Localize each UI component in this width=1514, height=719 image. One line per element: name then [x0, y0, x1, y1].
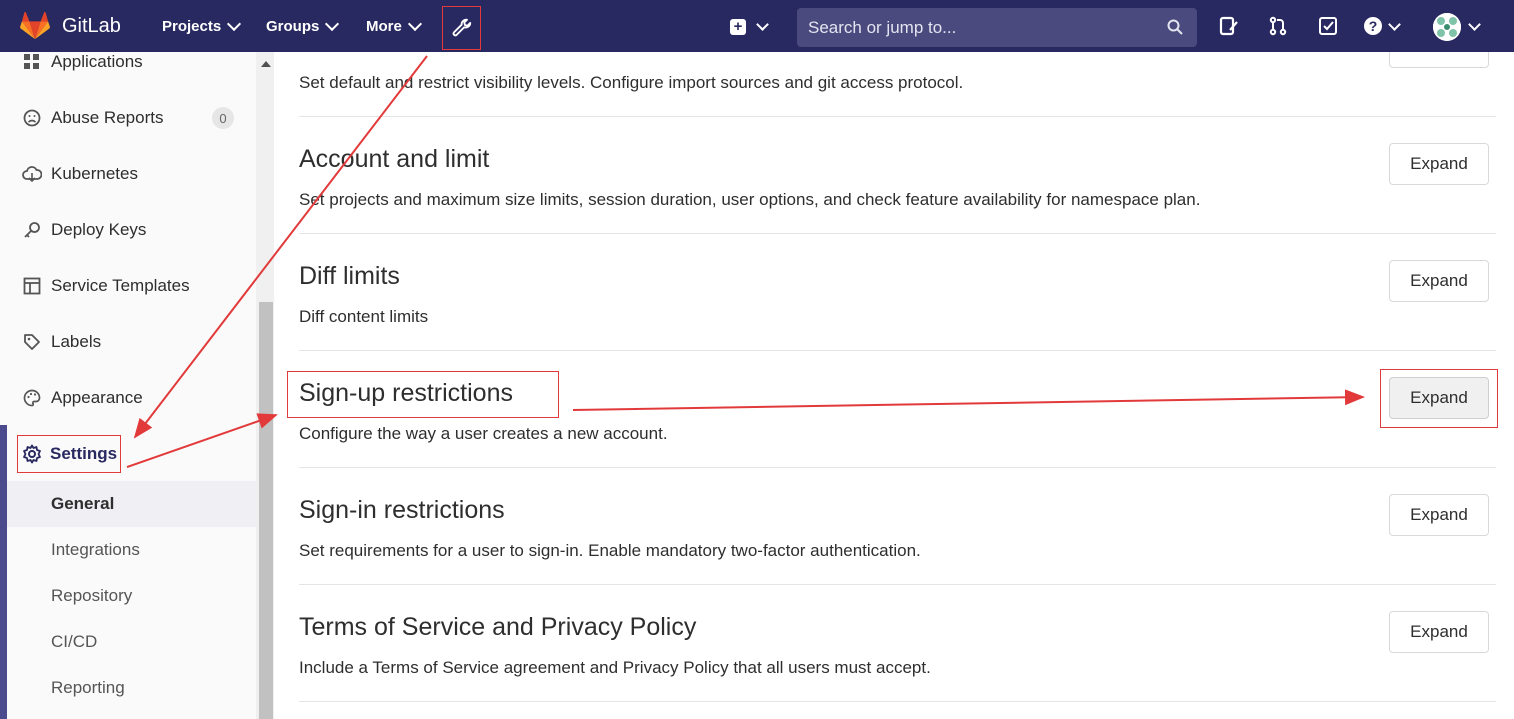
- nav-projects-label: Projects: [162, 18, 222, 35]
- section-description: Set projects and maximum size limits, se…: [299, 190, 1201, 209]
- todos-icon[interactable]: [1318, 16, 1338, 36]
- nav-projects-dropdown[interactable]: Projects: [162, 16, 242, 35]
- section-divider: [299, 584, 1496, 585]
- sidebar-subitem-ci-cd[interactable]: CI/CD: [7, 619, 256, 665]
- section-divider: [299, 467, 1496, 468]
- section-description: Configure the way a user creates a new a…: [299, 424, 668, 443]
- gear-icon: [22, 444, 42, 464]
- section-divider: [299, 701, 1496, 702]
- section-divider: [299, 116, 1496, 117]
- sidebar-item-labels[interactable]: Labels: [0, 314, 256, 370]
- svg-text:?: ?: [1369, 18, 1378, 34]
- annotation-highlight-expand-button: [1380, 369, 1498, 428]
- scroll-up-arrow-icon[interactable]: [261, 61, 271, 67]
- sidebar-item-label: Appearance: [51, 388, 143, 407]
- new-item-plus-icon[interactable]: +: [730, 19, 746, 35]
- section-description: Include a Terms of Service agreement and…: [299, 658, 931, 677]
- section-description: Set requirements for a user to sign-in. …: [299, 541, 921, 560]
- sidebar-item-label: Settings: [50, 444, 118, 463]
- admin-area-button[interactable]: [442, 6, 481, 50]
- scrollbar-thumb[interactable]: [259, 302, 273, 719]
- sidebar-item-label: Abuse Reports: [51, 108, 164, 127]
- wrench-icon: [452, 18, 471, 37]
- chevron-down-icon: [227, 16, 242, 31]
- search-input[interactable]: [797, 8, 1197, 47]
- section-title-account-and-limit: Account and limit: [299, 145, 490, 173]
- sidebar-item-kubernetes[interactable]: Kubernetes: [0, 146, 256, 202]
- section-divider: [299, 233, 1496, 234]
- active-section-indicator: [0, 425, 7, 719]
- sidebar-item-applications[interactable]: Applications: [0, 34, 256, 90]
- key-icon: [22, 220, 42, 240]
- sidebar-subitem-integrations[interactable]: Integrations: [7, 527, 256, 573]
- user-avatar[interactable]: [1433, 13, 1461, 41]
- sign-in-restrictions-expand-button[interactable]: Expand: [1389, 494, 1489, 536]
- visibility-section-description: Set default and restrict visibility leve…: [299, 73, 964, 92]
- visibility-expand-button-partial[interactable]: [1389, 52, 1489, 68]
- chevron-down-icon[interactable]: [1468, 18, 1481, 31]
- kubernetes-icon: [22, 164, 42, 184]
- annotation-highlight-sign-up-title: [287, 371, 559, 418]
- nav-groups-dropdown[interactable]: Groups: [266, 16, 340, 35]
- terms-of-service-expand-button[interactable]: Expand: [1389, 611, 1489, 653]
- label-icon: [22, 332, 42, 352]
- abuse-reports-icon: [22, 108, 42, 128]
- merge-requests-icon[interactable]: [1268, 16, 1288, 36]
- section-divider: [299, 350, 1496, 351]
- admin-sidebar: Applications Abuse Reports 0 Kubernetes …: [0, 52, 274, 719]
- nav-more-dropdown[interactable]: More: [366, 16, 422, 35]
- abuse-reports-count-badge: 0: [212, 107, 234, 129]
- chevron-down-icon[interactable]: [756, 18, 769, 31]
- chevron-down-icon: [407, 16, 422, 31]
- sidebar-subitem-repository[interactable]: Repository: [7, 573, 256, 619]
- sidebar-subitem-reporting[interactable]: Reporting: [7, 665, 256, 711]
- appearance-icon: [22, 388, 42, 408]
- help-icon[interactable]: ?: [1363, 16, 1383, 36]
- account-and-limit-expand-button[interactable]: Expand: [1389, 143, 1489, 185]
- sidebar-item-appearance[interactable]: Appearance: [0, 370, 256, 426]
- service-templates-icon: [22, 276, 42, 296]
- sidebar-item-label: Labels: [51, 332, 102, 351]
- chevron-down-icon[interactable]: [1388, 18, 1401, 31]
- sidebar-item-label: Kubernetes: [51, 164, 138, 183]
- nav-more-label: More: [366, 18, 402, 35]
- nav-groups-label: Groups: [266, 18, 320, 35]
- sidebar-item-service-templates[interactable]: Service Templates: [0, 258, 256, 314]
- applications-icon: [22, 52, 42, 72]
- sidebar-item-label: Service Templates: [51, 276, 190, 295]
- sidebar-subitem-general[interactable]: General: [7, 481, 256, 527]
- section-title-sign-in-restrictions: Sign-in restrictions: [299, 496, 505, 524]
- sidebar-item-abuse-reports[interactable]: Abuse Reports 0: [0, 90, 256, 146]
- sidebar-item-label: Deploy Keys: [51, 220, 147, 239]
- arrow-signup-to-expand: [572, 389, 1365, 411]
- sidebar-item-deploy-keys[interactable]: Deploy Keys: [0, 202, 256, 258]
- diff-limits-expand-button[interactable]: Expand: [1389, 260, 1489, 302]
- sidebar-item-label: Applications: [51, 52, 143, 71]
- chevron-down-icon: [325, 16, 340, 31]
- sidebar-item-settings[interactable]: Settings: [17, 435, 121, 473]
- section-title-terms-of-service: Terms of Service and Privacy Policy: [299, 613, 697, 641]
- section-description: Diff content limits: [299, 307, 429, 326]
- search-box: [797, 8, 1197, 47]
- issues-icon[interactable]: [1219, 16, 1239, 36]
- search-icon[interactable]: [1167, 19, 1183, 35]
- section-title-diff-limits: Diff limits: [299, 262, 400, 290]
